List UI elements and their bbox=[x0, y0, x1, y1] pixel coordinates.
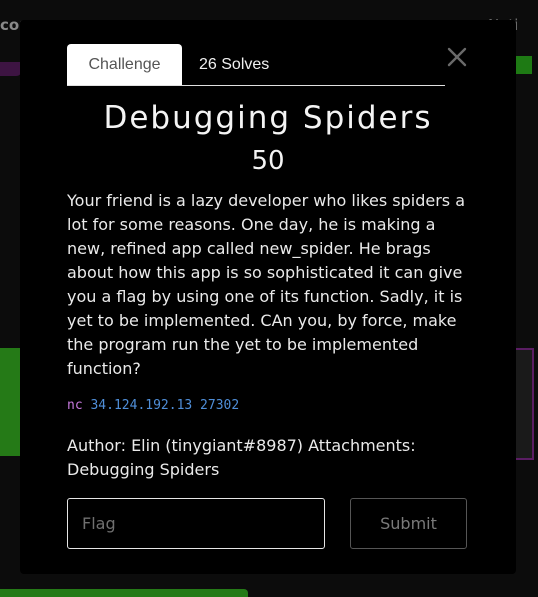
tab-solves[interactable]: 26 Solves bbox=[199, 44, 269, 85]
challenge-modal: Challenge 26 Solves Debugging Spiders 50… bbox=[20, 20, 516, 574]
submit-button[interactable]: Submit bbox=[350, 498, 467, 549]
close-icon[interactable] bbox=[446, 46, 468, 68]
challenge-author: Author: Elin (tinygiant#8987) Attachment… bbox=[67, 436, 416, 479]
code-arguments: 34.124.192.13 27302 bbox=[90, 398, 240, 413]
background-purple-card bbox=[0, 62, 22, 76]
tab-challenge[interactable]: Challenge bbox=[67, 44, 182, 85]
challenge-description: Your friend is a lazy developer who like… bbox=[67, 191, 465, 378]
code-command: nc bbox=[67, 398, 83, 413]
challenge-points: 50 bbox=[251, 146, 285, 176]
background-challenge-card-solved bbox=[0, 348, 22, 456]
background-challenge-card-bottom bbox=[0, 589, 248, 597]
modal-tabs: Challenge 26 Solves bbox=[67, 44, 445, 86]
background-challenge-card bbox=[514, 348, 534, 460]
flag-input[interactable] bbox=[67, 498, 325, 549]
page: cor Noti Challenge 26 Solves Debugging S… bbox=[0, 0, 538, 597]
connection-command: nc 34.124.192.13 27302 bbox=[67, 398, 239, 413]
challenge-title: Debugging Spiders bbox=[103, 100, 433, 136]
